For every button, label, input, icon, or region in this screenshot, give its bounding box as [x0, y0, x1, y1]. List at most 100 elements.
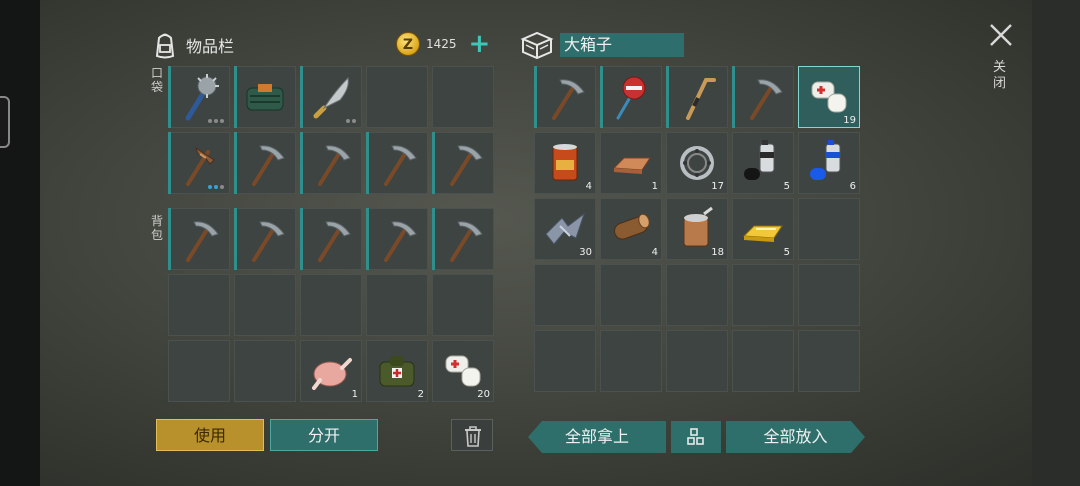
pickaxe-icon: [552, 79, 585, 120]
add-coins-button[interactable]: +: [469, 31, 491, 57]
backpack-slot[interactable]: [168, 274, 230, 336]
machete-icon: [313, 76, 349, 119]
hockey-stick-icon: [686, 78, 716, 120]
pocket-slot[interactable]: [432, 132, 494, 194]
box-slot[interactable]: [798, 198, 860, 260]
backpack-slot[interactable]: [234, 208, 296, 270]
box-slot[interactable]: 4: [600, 198, 662, 260]
box-slot[interactable]: [666, 66, 728, 128]
box-header: 大箱子: [520, 30, 684, 60]
spiked-mace-icon: [185, 74, 219, 121]
crate-icon: [520, 31, 554, 60]
pocket-slot[interactable]: [300, 66, 362, 128]
backpack-slot[interactable]: 1: [300, 340, 362, 402]
sort-button[interactable]: [671, 421, 721, 453]
box-slot[interactable]: 18: [666, 198, 728, 260]
close-label: 关闭: [993, 60, 1007, 91]
box-slot[interactable]: 17: [666, 132, 728, 194]
box-slot[interactable]: [798, 264, 860, 326]
durability-dots: [346, 119, 356, 123]
item-count: 30: [579, 247, 592, 258]
split-button[interactable]: 分开: [270, 419, 378, 451]
pocket-slot[interactable]: [234, 66, 296, 128]
pocket-grid: [168, 66, 494, 194]
durability-dot: [208, 185, 212, 189]
box-slot[interactable]: 6: [798, 132, 860, 194]
box-slot[interactable]: [666, 264, 728, 326]
box-slot[interactable]: 19: [798, 66, 860, 128]
crafted-pickaxe-icon: [186, 146, 215, 186]
item-count: 6: [849, 181, 856, 192]
box-slot[interactable]: [534, 66, 596, 128]
sort-grid-icon: [687, 428, 704, 445]
item-count: 19: [843, 115, 856, 126]
backpack-slot[interactable]: [234, 274, 296, 336]
backpack-slot[interactable]: [432, 274, 494, 336]
item-count: 17: [711, 181, 724, 192]
medkit-bag-icon: [379, 356, 415, 387]
durability-dots: [208, 119, 224, 123]
item-count: 2: [417, 389, 424, 400]
trash-button[interactable]: [451, 419, 493, 451]
pocket-slot[interactable]: [168, 132, 230, 194]
box-slot[interactable]: 4: [534, 132, 596, 194]
pocket-slot[interactable]: [168, 66, 230, 128]
take-all-button[interactable]: 全部拿上: [528, 421, 666, 453]
left-screen-edge: [0, 0, 40, 486]
box-slot[interactable]: [600, 330, 662, 392]
pickaxe-icon: [750, 79, 783, 120]
blue-spray-can-icon: [810, 140, 841, 180]
use-button[interactable]: 使用: [156, 419, 264, 451]
box-slot[interactable]: [600, 66, 662, 128]
item-count: 4: [585, 181, 592, 192]
pickaxe-icon: [318, 145, 351, 186]
box-slot[interactable]: [534, 330, 596, 392]
box-slot[interactable]: 5: [732, 132, 794, 194]
pocket-slot[interactable]: [366, 66, 428, 128]
backpack-slot[interactable]: 2: [366, 340, 428, 402]
gold-ingot-icon: [742, 225, 783, 242]
backpack-slot[interactable]: [366, 208, 428, 270]
box-slot[interactable]: [732, 66, 794, 128]
backpack-icon: [155, 33, 175, 59]
trash-icon: [465, 426, 481, 447]
box-slot[interactable]: [666, 330, 728, 392]
item-count: 4: [651, 247, 658, 258]
copper-ingot-icon: [612, 157, 651, 174]
backpack-label: 背包: [150, 214, 163, 242]
durability-dot: [346, 119, 350, 123]
box-slot[interactable]: 1: [600, 132, 662, 194]
box-slot[interactable]: [534, 264, 596, 326]
backpack-slot[interactable]: 20: [432, 340, 494, 402]
inventory-header: 物品栏: [150, 30, 234, 60]
coin-icon: Z: [396, 32, 420, 56]
box-slot[interactable]: 5: [732, 198, 794, 260]
pocket-slot[interactable]: [366, 132, 428, 194]
close-button[interactable]: 关闭: [986, 22, 1016, 112]
pickaxe-icon: [384, 145, 417, 186]
durability-dot: [214, 185, 218, 189]
item-count: 5: [783, 247, 790, 258]
item-count: 1: [651, 181, 658, 192]
backpack-slot[interactable]: [300, 274, 362, 336]
backpack-slot[interactable]: [366, 274, 428, 336]
item-count: 20: [477, 389, 490, 400]
right-screen-edge: [1032, 0, 1080, 486]
box-slot[interactable]: 30: [534, 198, 596, 260]
put-all-button[interactable]: 全部放入: [726, 421, 865, 453]
durability-dots: [208, 185, 224, 189]
box-slot[interactable]: [732, 264, 794, 326]
backpack-slot[interactable]: [300, 208, 362, 270]
pickaxe-icon: [252, 145, 285, 186]
pickaxe-icon: [186, 221, 219, 262]
pocket-slot[interactable]: [234, 132, 296, 194]
box-slot[interactable]: [600, 264, 662, 326]
backpack-slot[interactable]: [168, 340, 230, 402]
pocket-slot[interactable]: [432, 66, 494, 128]
box-slot[interactable]: [732, 330, 794, 392]
backpack-slot[interactable]: [168, 208, 230, 270]
pocket-slot[interactable]: [300, 132, 362, 194]
box-slot[interactable]: [798, 330, 860, 392]
backpack-slot[interactable]: [234, 340, 296, 402]
backpack-slot[interactable]: [432, 208, 494, 270]
